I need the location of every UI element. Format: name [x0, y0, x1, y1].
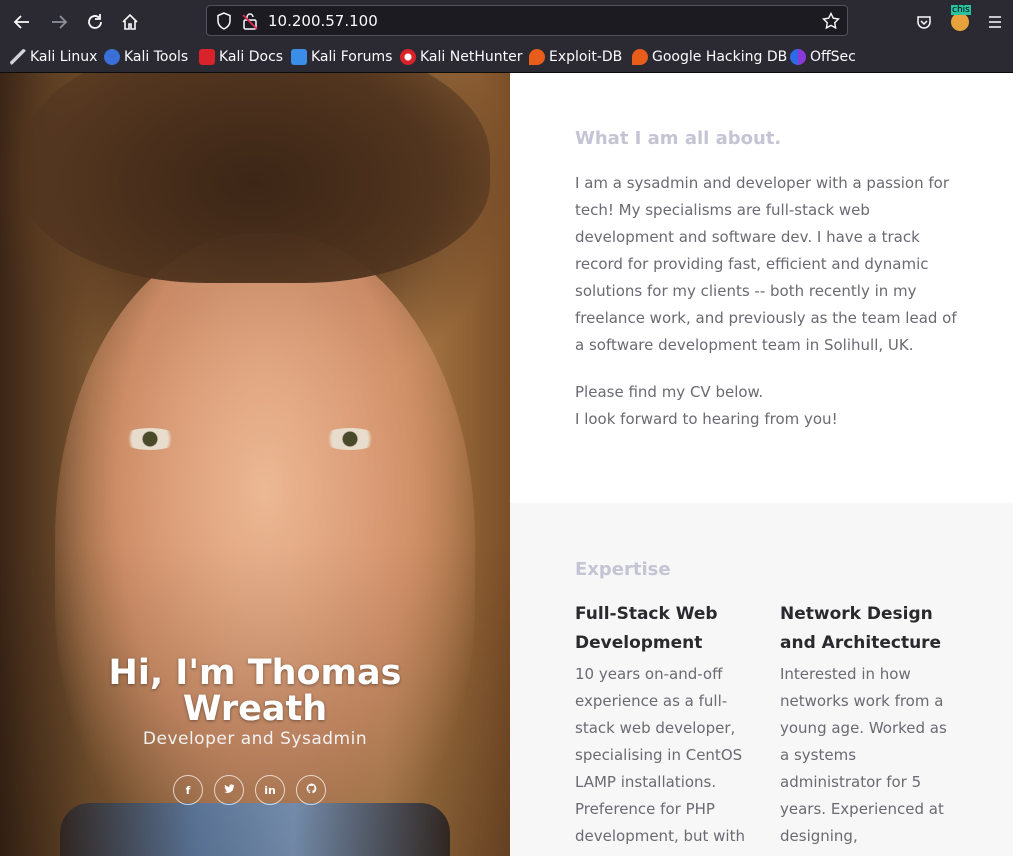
- expertise-text: 10 years on-and-off experience as a full…: [575, 665, 745, 845]
- expertise-text: Interested in how networks work from a y…: [780, 665, 947, 845]
- twitter-icon: [223, 783, 235, 797]
- forward-button[interactable]: [45, 8, 73, 36]
- about-title: What I am all about.: [575, 128, 782, 149]
- kali-nethunter-icon: [400, 49, 416, 65]
- expertise-heading: Network Design and Architecture: [780, 604, 942, 653]
- bookmark-kali-docs[interactable]: Kali Docs: [199, 47, 283, 67]
- hero-title-line: Hi, I'm Thomas: [108, 653, 402, 693]
- bookmark-label: OffSec: [810, 49, 856, 65]
- expertise-heading: Full-Stack Web Development: [575, 604, 718, 653]
- browser-toolbar: 10.200.57.100 chis: [0, 0, 1013, 43]
- hero-title: Hi, I'm Thomas Wreath: [0, 655, 510, 727]
- extension-button[interactable]: chis: [946, 5, 974, 36]
- reload-icon: [88, 14, 102, 29]
- bookmark-label: Kali Forums: [311, 49, 393, 65]
- hero-section: Hi, I'm Thomas Wreath Developer and Sysa…: [0, 73, 510, 856]
- bookmark-kali-tools[interactable]: Kali Tools: [104, 47, 188, 67]
- insecure-lock-icon[interactable]: [242, 12, 258, 30]
- hero-title-line: Wreath: [182, 689, 328, 729]
- bookmark-google-hacking-db[interactable]: Google Hacking DB: [632, 47, 787, 67]
- menu-button[interactable]: [981, 8, 1009, 36]
- twitter-link[interactable]: [214, 775, 244, 805]
- hero-subtitle: Developer and Sysadmin: [142, 729, 368, 749]
- facebook-icon: f: [185, 783, 191, 797]
- pocket-button[interactable]: [910, 8, 938, 36]
- reload-button[interactable]: [81, 8, 109, 36]
- pocket-icon: [917, 16, 931, 29]
- bookmark-exploit-db[interactable]: Exploit-DB: [529, 47, 622, 67]
- bookmarks-bar: Kali Linux Kali Tools Kali Docs Kali For…: [0, 43, 1013, 73]
- github-icon: [306, 783, 317, 797]
- expertise-item: Full-Stack Web Development 10 years on-a…: [575, 600, 750, 850]
- linkedin-link[interactable]: in: [255, 775, 285, 805]
- about-cv-note: Please find my CV below. I look forward …: [575, 379, 965, 433]
- kali-dragon-icon: [10, 49, 26, 65]
- bookmark-kali-forums[interactable]: Kali Forums: [291, 47, 392, 67]
- expertise-section: Expertise Full-Stack Web Development 10 …: [510, 503, 1013, 856]
- bookmark-kali-linux[interactable]: Kali Linux: [10, 47, 97, 67]
- shield-icon[interactable]: [216, 12, 232, 30]
- exploit-db-icon: [529, 49, 545, 65]
- ghdb-icon: [632, 49, 648, 65]
- arrow-left-icon: [13, 15, 29, 29]
- back-button[interactable]: [8, 8, 36, 36]
- bookmark-offsec[interactable]: OffSec: [790, 47, 856, 67]
- offsec-icon: [790, 49, 806, 65]
- star-bookmark-icon[interactable]: [822, 12, 840, 30]
- bookmark-label: Kali Tools: [124, 49, 189, 65]
- kali-forums-icon: [291, 49, 307, 65]
- kali-tools-icon: [104, 49, 120, 65]
- hamburger-menu-icon: [989, 16, 1001, 28]
- arrow-right-icon: [52, 15, 68, 29]
- bookmark-label: Google Hacking DB: [652, 49, 788, 65]
- social-links: f in: [173, 775, 326, 805]
- expertise-title: Expertise: [575, 559, 671, 580]
- extension-badge: chis: [951, 5, 971, 15]
- expertise-item: Network Design and Architecture Interest…: [780, 600, 955, 850]
- about-cv-line: I look forward to hearing from you!: [575, 410, 838, 428]
- kali-docs-icon: [199, 49, 215, 65]
- home-icon: [122, 13, 138, 30]
- bookmark-kali-nethunter[interactable]: Kali NetHunter: [400, 47, 522, 67]
- home-button[interactable]: [116, 8, 144, 36]
- about-cv-line: Please find my CV below.: [575, 383, 764, 401]
- about-paragraph: I am a sysadmin and developer with a pas…: [575, 174, 957, 354]
- linkedin-icon: in: [264, 783, 276, 797]
- about-section: What I am all about. I am a sysadmin and…: [510, 73, 1013, 503]
- extension-avatar-icon: chis: [951, 5, 971, 31]
- url-text[interactable]: 10.200.57.100: [268, 12, 378, 30]
- bookmark-label: Exploit-DB: [549, 49, 623, 65]
- bookmark-label: Kali Linux: [30, 49, 98, 65]
- bookmark-label: Kali Docs: [219, 49, 284, 65]
- url-bar[interactable]: 10.200.57.100: [206, 5, 848, 36]
- github-link[interactable]: [296, 775, 326, 805]
- facebook-link[interactable]: f: [173, 775, 203, 805]
- bookmark-label: Kali NetHunter: [420, 49, 523, 65]
